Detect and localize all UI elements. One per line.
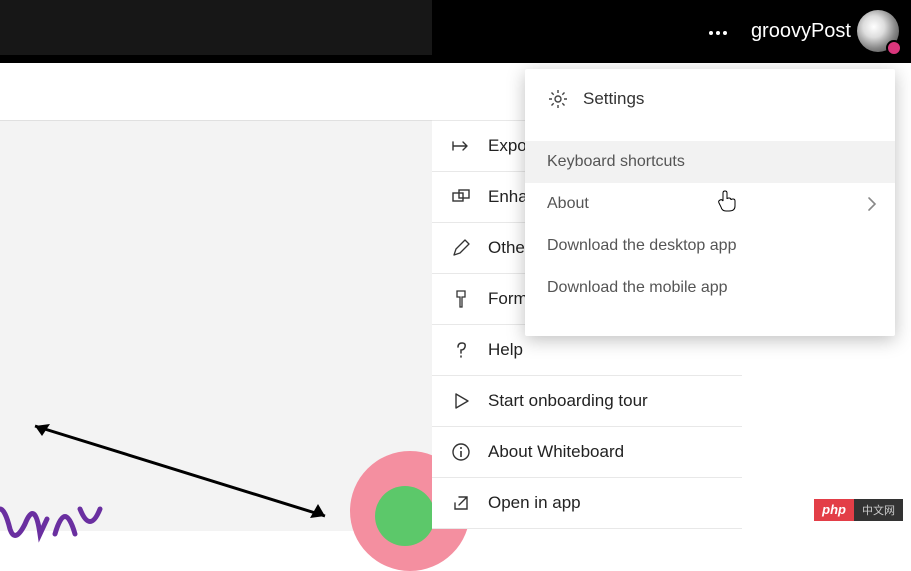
menu-item-label: Help [488,340,523,360]
menu-item-keyboard-shortcuts[interactable]: Keyboard shortcuts [525,141,895,183]
export-icon [450,135,472,157]
menu-item-label: About [547,195,589,213]
menu-item-label: Download the mobile app [547,279,728,297]
menu-item-label: Download the desktop app [547,237,736,255]
format-icon [450,288,472,310]
help-icon [450,339,472,361]
info-icon [450,441,472,463]
badge-right: 中文网 [854,499,903,521]
menu-item-about[interactable]: About [525,183,895,225]
ink-scribble [0,479,105,549]
cursor-hand-icon [716,189,736,213]
badge-left: php [814,499,854,521]
watermark-badge: php 中文网 [814,499,903,521]
play-icon [450,390,472,412]
menu-item-download-desktop[interactable]: Download the desktop app [525,225,895,267]
menu-item-label: Start onboarding tour [488,391,648,411]
menu-item-about-whiteboard[interactable]: About Whiteboard [432,427,742,478]
more-options-button[interactable] [703,18,733,48]
menu-item-open-in-app[interactable]: Open in app [432,478,742,529]
menu-item-download-mobile[interactable]: Download the mobile app [525,267,895,309]
green-circle-shape [375,486,435,546]
open-external-icon [450,492,472,514]
top-bar: groovyPost [0,0,911,63]
settings-popup-menu: Settings Keyboard shortcuts About Downlo… [525,69,895,336]
menu-item-label: About Whiteboard [488,442,624,462]
menu-item-label: Keyboard shortcuts [547,153,685,171]
menu-item-settings[interactable]: Settings [525,77,895,121]
gear-icon [547,88,569,110]
whiteboard-canvas[interactable] [0,120,432,531]
user-name-label: groovyPost [751,0,851,63]
enhance-icon [450,186,472,208]
address-bar-area [0,0,432,55]
pencil-icon [450,237,472,259]
more-icon [708,30,728,36]
chevron-right-icon [867,196,877,212]
presence-badge [886,40,902,56]
menu-item-label: Settings [583,89,644,109]
menu-item-label: Open in app [488,493,581,513]
menu-item-onboarding[interactable]: Start onboarding tour [432,376,742,427]
